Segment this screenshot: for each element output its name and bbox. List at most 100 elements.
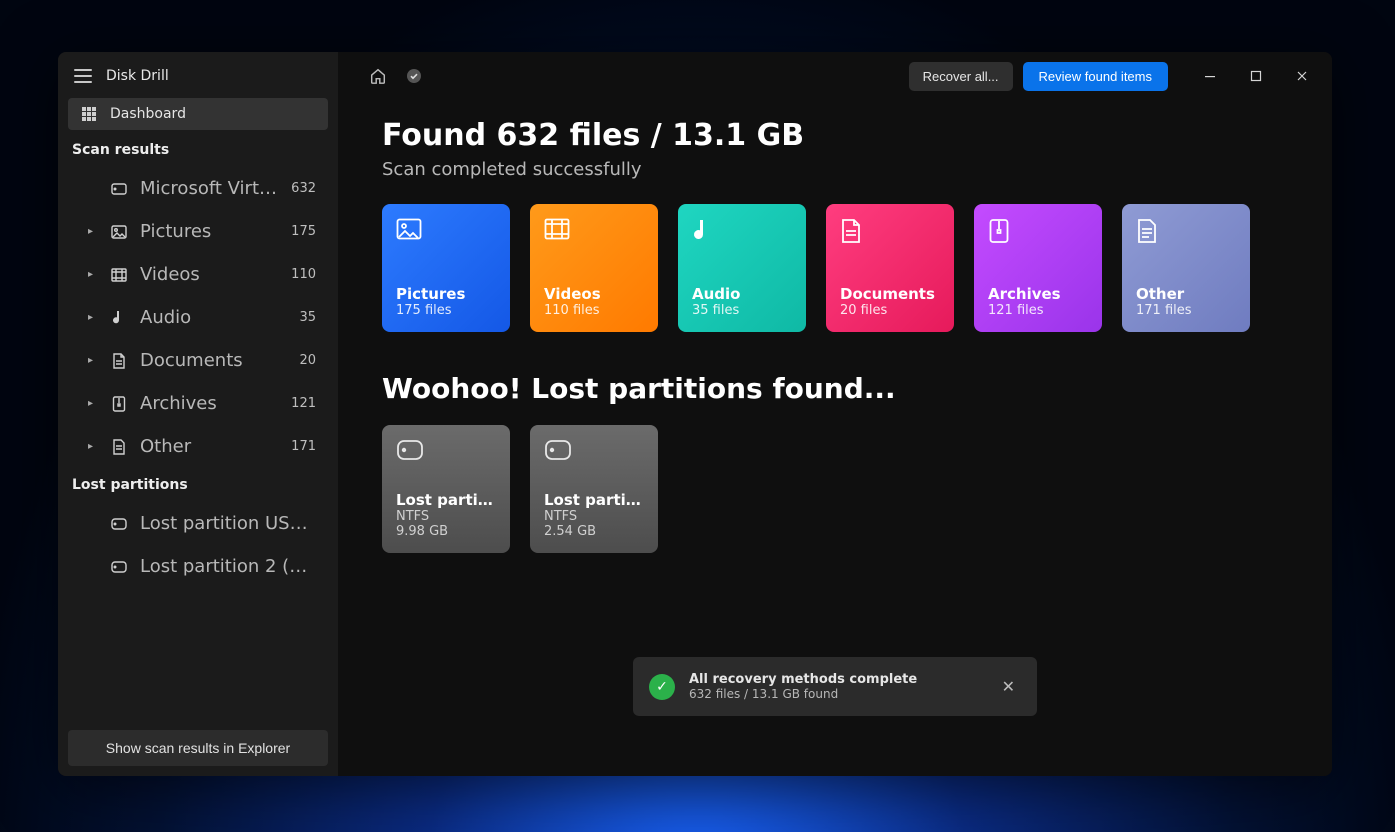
card-audio[interactable]: Audio35 files: [678, 204, 806, 332]
partition-size: 2.54 GB: [544, 524, 644, 539]
sidebar-header: Disk Drill: [68, 62, 328, 98]
card-subtitle: 110 files: [544, 303, 644, 318]
sidebar-item-count: 121: [291, 396, 316, 411]
minimize-button[interactable]: [1188, 60, 1232, 92]
toast-subtitle: 632 files / 13.1 GB found: [689, 687, 917, 701]
sidebar-item-label: Videos: [140, 264, 279, 285]
card-title: Videos: [544, 285, 644, 303]
chevron-right-icon: ▸: [88, 441, 98, 452]
disk-icon: [110, 561, 128, 573]
sidebar-item-archives[interactable]: ▸ Archives 121: [68, 385, 328, 422]
sidebar-section-scan-results: Scan results: [68, 130, 328, 164]
partition-title: Lost partitio...: [544, 491, 644, 509]
card-documents[interactable]: Documents20 files: [826, 204, 954, 332]
sidebar-item-label: Pictures: [140, 221, 279, 242]
card-archives[interactable]: Archives121 files: [974, 204, 1102, 332]
card-subtitle: 121 files: [988, 303, 1088, 318]
review-found-items-button[interactable]: Review found items: [1023, 62, 1168, 91]
card-other[interactable]: Other171 files: [1122, 204, 1250, 332]
sidebar-item-label: Lost partition USB (NTFS): [140, 513, 316, 534]
app-window: Disk Drill Dashboard Scan results Micros…: [58, 52, 1332, 776]
success-check-icon: ✓: [649, 674, 675, 700]
other-icon: [1136, 218, 1236, 244]
show-in-explorer-button[interactable]: Show scan results in Explorer: [68, 730, 328, 766]
partition-title: Lost partitio...: [396, 491, 496, 509]
archives-icon: [110, 396, 128, 412]
chevron-right-icon: ▸: [88, 312, 98, 323]
card-subtitle: 175 files: [396, 303, 496, 318]
sidebar-item-label: Microsoft Virtual Disk: [140, 178, 279, 199]
maximize-button[interactable]: [1234, 60, 1278, 92]
sidebar-item-disk[interactable]: Microsoft Virtual Disk 632: [68, 170, 328, 207]
partition-filesystem: NTFS: [544, 509, 644, 524]
videos-icon: [544, 218, 644, 240]
partition-cards: Lost partitio...NTFS9.98 GBLost partitio…: [382, 425, 1288, 553]
sidebar-item-documents[interactable]: ▸ Documents 20: [68, 342, 328, 379]
sidebar-item-other[interactable]: ▸ Other 171: [68, 428, 328, 465]
chevron-right-icon: ▸: [88, 226, 98, 237]
lost-partitions-heading: Woohoo! Lost partitions found...: [382, 372, 1288, 405]
chevron-right-icon: ▸: [88, 398, 98, 409]
videos-icon: [110, 268, 128, 282]
documents-icon: [840, 218, 940, 244]
sidebar-item-lost-partition[interactable]: Lost partition USB (NTFS): [68, 505, 328, 542]
toast-title: All recovery methods complete: [689, 672, 917, 687]
sidebar: Disk Drill Dashboard Scan results Micros…: [58, 52, 338, 776]
partition-size: 9.98 GB: [396, 524, 496, 539]
home-icon[interactable]: [364, 62, 392, 90]
sidebar-item-dashboard[interactable]: Dashboard: [68, 98, 328, 130]
card-videos[interactable]: Videos110 files: [530, 204, 658, 332]
sidebar-item-label: Other: [140, 436, 279, 457]
toast: ✓ All recovery methods complete 632 file…: [633, 657, 1037, 716]
sidebar-item-label: Archives: [140, 393, 279, 414]
menu-icon[interactable]: [74, 69, 92, 83]
sidebar-section-lost-partitions: Lost partitions: [68, 465, 328, 499]
partition-filesystem: NTFS: [396, 509, 496, 524]
sidebar-item-count: 110: [291, 267, 316, 282]
audio-icon: [110, 310, 128, 326]
close-button[interactable]: [1280, 60, 1324, 92]
app-title: Disk Drill: [106, 68, 169, 84]
card-subtitle: 20 files: [840, 303, 940, 318]
toast-close-button[interactable]: ✕: [996, 671, 1021, 702]
grid-icon: [80, 106, 98, 122]
sidebar-item-audio[interactable]: ▸ Audio 35: [68, 299, 328, 336]
sidebar-item-videos[interactable]: ▸ Videos 110: [68, 256, 328, 293]
sidebar-item-lost-partition[interactable]: Lost partition 2 (NTFS): [68, 548, 328, 585]
content: Found 632 files / 13.1 GB Scan completed…: [338, 100, 1332, 571]
other-icon: [110, 439, 128, 455]
card-title: Audio: [692, 285, 792, 303]
sidebar-item-count: 20: [299, 353, 316, 368]
sidebar-item-label: Documents: [140, 350, 287, 371]
archives-icon: [988, 218, 1088, 244]
disk-icon: [110, 183, 128, 195]
partition-card[interactable]: Lost partitio...NTFS9.98 GB: [382, 425, 510, 553]
card-title: Other: [1136, 285, 1236, 303]
sidebar-item-count: 632: [291, 181, 316, 196]
pictures-icon: [396, 218, 496, 240]
audio-icon: [692, 218, 792, 244]
disk-icon: [110, 518, 128, 530]
sidebar-item-label: Audio: [140, 307, 287, 328]
checkmark-badge-icon[interactable]: [400, 62, 428, 90]
main-pane: Recover all... Review found items Found …: [338, 52, 1332, 776]
page-subtitle: Scan completed successfully: [382, 159, 1288, 180]
chevron-right-icon: ▸: [88, 355, 98, 366]
partition-card[interactable]: Lost partitio...NTFS2.54 GB: [530, 425, 658, 553]
card-title: Archives: [988, 285, 1088, 303]
chevron-right-icon: ▸: [88, 269, 98, 280]
sidebar-item-label: Lost partition 2 (NTFS): [140, 556, 316, 577]
topbar: Recover all... Review found items: [338, 52, 1332, 100]
card-title: Pictures: [396, 285, 496, 303]
pictures-icon: [110, 225, 128, 239]
disk-icon: [396, 439, 496, 461]
sidebar-item-count: 171: [291, 439, 316, 454]
sidebar-item-count: 35: [299, 310, 316, 325]
card-subtitle: 171 files: [1136, 303, 1236, 318]
card-pictures[interactable]: Pictures175 files: [382, 204, 510, 332]
recover-all-button[interactable]: Recover all...: [909, 62, 1013, 91]
documents-icon: [110, 353, 128, 369]
sidebar-item-label: Dashboard: [110, 106, 316, 122]
card-title: Documents: [840, 285, 940, 303]
sidebar-item-pictures[interactable]: ▸Pictures175: [68, 213, 328, 250]
